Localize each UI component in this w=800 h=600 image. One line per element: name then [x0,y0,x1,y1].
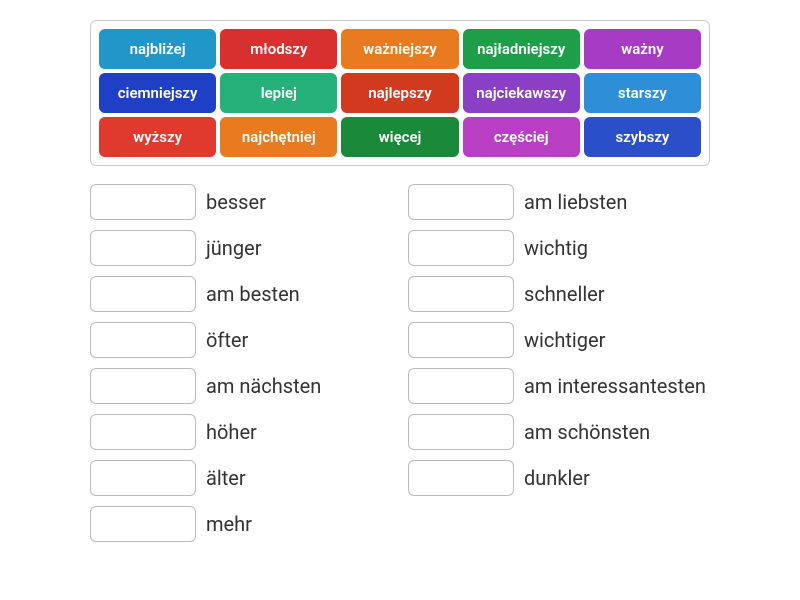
answer-label: höher [206,421,257,443]
answer-row: höher [90,414,392,450]
drop-zone[interactable] [408,230,514,266]
answer-row: wichtiger [408,322,710,358]
drop-zone[interactable] [408,368,514,404]
answer-row: am nächsten [90,368,392,404]
answer-label: am schönsten [524,421,650,443]
drop-zone[interactable] [90,506,196,542]
word-tile[interactable]: lepiej [220,73,337,113]
answer-label: schneller [524,283,605,305]
word-bank: najbliżej młodszy ważniejszy najładniejs… [90,20,710,166]
answer-row: besser [90,184,392,220]
answer-row: wichtig [408,230,710,266]
word-tile[interactable]: więcej [341,117,458,157]
answer-row: am schönsten [408,414,710,450]
answer-row: schneller [408,276,710,312]
drop-zone[interactable] [90,230,196,266]
answer-row: jünger [90,230,392,266]
answer-label: am liebsten [524,191,627,213]
drop-zone[interactable] [90,414,196,450]
answer-row: am interessantesten [408,368,710,404]
drop-zone[interactable] [408,322,514,358]
exercise-container: najbliżej młodszy ważniejszy najładniejs… [0,0,800,542]
answer-row: am liebsten [408,184,710,220]
answer-row: öfter [90,322,392,358]
answer-label: dunkler [524,467,590,489]
answer-row: mehr [90,506,392,542]
drop-zone[interactable] [90,322,196,358]
word-tile[interactable]: najchętniej [220,117,337,157]
word-tile[interactable]: szybszy [584,117,701,157]
drop-zone[interactable] [90,184,196,220]
answer-label: jünger [206,237,261,259]
answer-label: am besten [206,283,300,305]
word-tile[interactable]: ważniejszy [341,29,458,69]
drop-zone[interactable] [408,276,514,312]
drop-zone[interactable] [90,276,196,312]
answer-label: am nächsten [206,375,321,397]
answer-label: mehr [206,513,252,535]
word-tile[interactable]: najładniejszy [463,29,580,69]
drop-zone[interactable] [90,368,196,404]
answer-row: am besten [90,276,392,312]
answer-label: am interessantesten [524,375,706,397]
word-tile[interactable]: najlepszy [341,73,458,113]
drop-zone[interactable] [408,460,514,496]
word-tile[interactable]: wyższy [99,117,216,157]
word-tile[interactable]: najciekawszy [463,73,580,113]
answer-label: älter [206,467,246,489]
answer-row: älter [90,460,392,496]
word-tile[interactable]: najbliżej [99,29,216,69]
answers-grid: besser am liebsten jünger wichtig am bes… [90,184,710,542]
answer-row: dunkler [408,460,710,496]
drop-zone[interactable] [408,184,514,220]
word-tile[interactable]: młodszy [220,29,337,69]
answer-label: öfter [206,329,248,351]
word-tile[interactable]: ciemniejszy [99,73,216,113]
answer-label: wichtiger [524,329,605,351]
word-tile[interactable]: ważny [584,29,701,69]
answer-label: wichtig [524,237,588,259]
answer-label: besser [206,191,266,213]
word-tile[interactable]: starszy [584,73,701,113]
word-tile[interactable]: częściej [463,117,580,157]
drop-zone[interactable] [408,414,514,450]
drop-zone[interactable] [90,460,196,496]
